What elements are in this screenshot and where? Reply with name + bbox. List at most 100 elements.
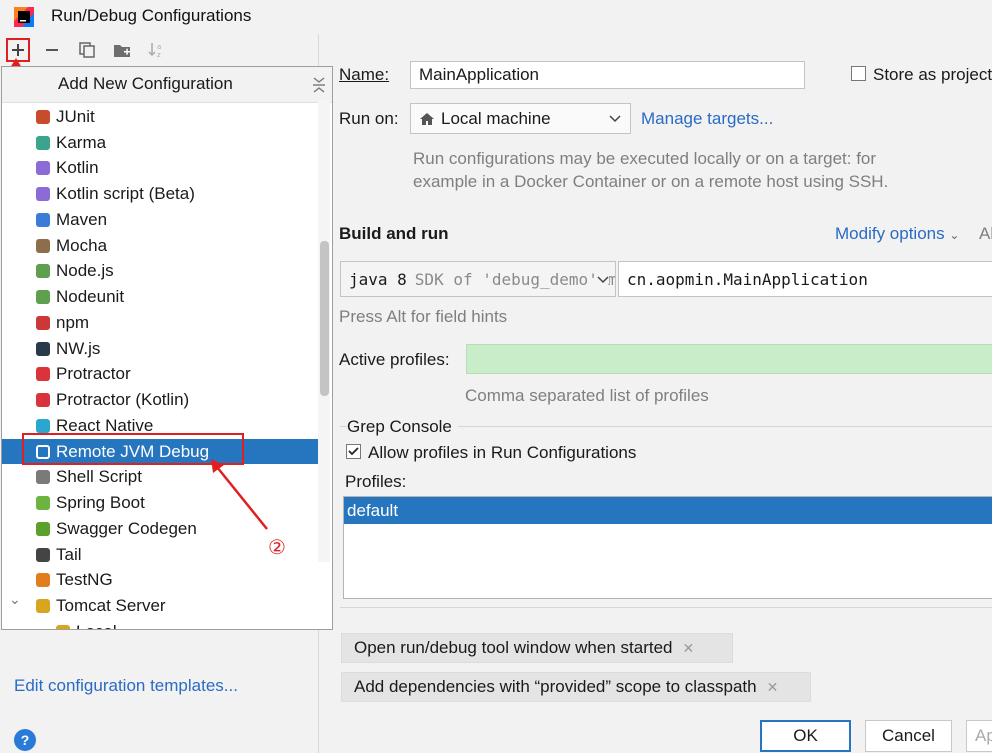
folder-button[interactable] [111,39,133,61]
config-type-kotlin-script-beta[interactable]: Kotlin script (Beta) [2,181,320,207]
popup-title: Add New Configuration [58,74,233,93]
maven-icon-shape [36,212,50,227]
help-icon[interactable]: ? [14,729,36,751]
field-hints-text: Press Alt for field hints [339,307,508,326]
config-type-label: Mocha [56,235,108,255]
grep-bottom-divider [340,607,992,608]
remove-icon [46,49,58,51]
chevron-down-icon[interactable]: ⌄ [9,591,21,608]
spring-boot-icon [34,494,52,512]
tomcat-icon-shape [36,599,50,614]
kotlin-icon [34,185,52,203]
config-type-karma[interactable]: Karma [2,130,320,156]
junit-icon [34,108,52,126]
grep-checkbox[interactable] [346,444,361,459]
window-title: Run/Debug Configurations [51,6,252,25]
active-profiles-input[interactable] [466,344,992,374]
spring-boot-icon-shape [36,496,50,511]
config-type-mocha[interactable]: Mocha [2,233,320,259]
protractor-icon [34,365,52,383]
option-chip[interactable]: Add dependencies with “provided” scope t… [341,672,811,702]
sort-button[interactable]: az [146,39,168,61]
profiles-hint: Comma separated list of profiles [465,386,709,405]
config-type-label: npm [56,312,90,332]
config-type-label: Swagger Codegen [56,518,197,538]
nodejs-icon [34,262,52,280]
checkmark-icon [348,447,359,456]
config-type-nodeunit[interactable]: Nodeunit [2,284,320,310]
nodejs-icon-shape [36,264,50,279]
svg-text:a: a [157,43,161,51]
kotlin-icon [34,159,52,177]
remove-button[interactable] [41,39,63,61]
option-chip[interactable]: Open run/debug tool window when started ✕ [341,633,733,663]
protractor-icon-shape [36,393,50,408]
kotlin-icon-shape [36,161,50,176]
config-type-label: TestNG [56,570,113,590]
grep-checkbox-label: Allow profiles in Run Configurations [368,443,637,462]
store-checkbox[interactable] [851,66,866,81]
folder-icon [114,45,130,57]
apply-button[interactable]: Apply [966,720,992,752]
ok-button[interactable]: OK [760,720,851,752]
main-class-input[interactable]: cn.aopmin.MainApplication [618,261,992,297]
config-type-label: Node.js [56,261,114,281]
swagger-icon-shape [36,521,50,536]
manage-targets-link[interactable]: Manage targets... [641,109,773,129]
config-type-label: Protractor [56,364,131,384]
modify-options-link[interactable]: Modify options ⌄ [835,224,959,244]
copy-button[interactable] [76,39,98,61]
chevron-down-icon [597,276,609,284]
cancel-button[interactable]: Cancel [865,720,952,752]
tomcat-icon-shape [56,624,70,629]
config-type-label: Kotlin [56,158,99,178]
config-type-label: Tomcat Server [56,596,166,616]
config-type-testng[interactable]: TestNG [2,568,320,594]
config-type-tomcat-server[interactable]: ⌄ Tomcat Server [2,591,320,619]
option-chip-label: Add dependencies with “provided” scope t… [354,677,757,696]
config-type-label: Kotlin script (Beta) [56,184,195,204]
config-type-junit[interactable]: JUnit [2,104,320,130]
run-on-select[interactable]: Local machine [410,103,631,134]
sdk-select[interactable]: java 8 SDK of 'debug_demo' module [340,261,616,297]
shell-icon [34,468,52,486]
active-profiles-label: Active profiles: [339,350,450,369]
nodeunit-icon-shape [36,290,50,305]
profiles-list-item[interactable]: default [344,497,992,524]
grep-console-title: Grep Console [347,417,458,437]
config-type-label: Spring Boot [56,493,145,513]
config-type-npm[interactable]: npm [2,310,320,336]
close-icon[interactable]: ✕ [767,679,779,696]
build-run-heading: Build and run [339,224,449,243]
config-type-maven[interactable]: Maven [2,207,320,233]
react-icon-shape [36,418,50,433]
config-type-nw-js[interactable]: NW.js [2,336,320,362]
run-on-value: Local machine [441,108,551,128]
config-type-kotlin[interactable]: Kotlin [2,156,320,182]
nwjs-icon-shape [36,341,50,356]
config-type-protractor[interactable]: Protractor [2,362,320,388]
nodeunit-icon [34,288,52,306]
close-icon[interactable]: ✕ [682,640,694,657]
collapse-icon[interactable] [312,77,326,93]
svg-text:z: z [157,51,161,59]
play-icon-shape [36,547,50,562]
sdk-hint: SDK of 'debug_demo' module [414,269,615,289]
edit-templates-link[interactable]: Edit configuration templates... [14,676,238,696]
config-type-label: Local [76,622,117,629]
karma-icon-shape [36,135,50,150]
store-label: Store as project file [873,65,992,84]
title-bar: Run/Debug Configurations [0,0,992,34]
mocha-icon-shape [36,238,50,253]
config-type-node-js[interactable]: Node.js [2,259,320,285]
config-type-protractor-kotlin[interactable]: Protractor (Kotlin) [2,387,320,413]
popup-scrollbar-thumb[interactable] [320,241,329,396]
config-type-label: JUnit [56,106,95,126]
modify-options-shortcut: Alt+M [979,224,992,243]
intellij-logo-icon [14,7,34,27]
npm-icon-shape [36,315,50,330]
name-input[interactable]: MainApplication [410,61,805,89]
sort-icon: az [148,43,161,59]
maven-icon [34,211,52,229]
config-type-local[interactable]: Local [2,619,320,629]
